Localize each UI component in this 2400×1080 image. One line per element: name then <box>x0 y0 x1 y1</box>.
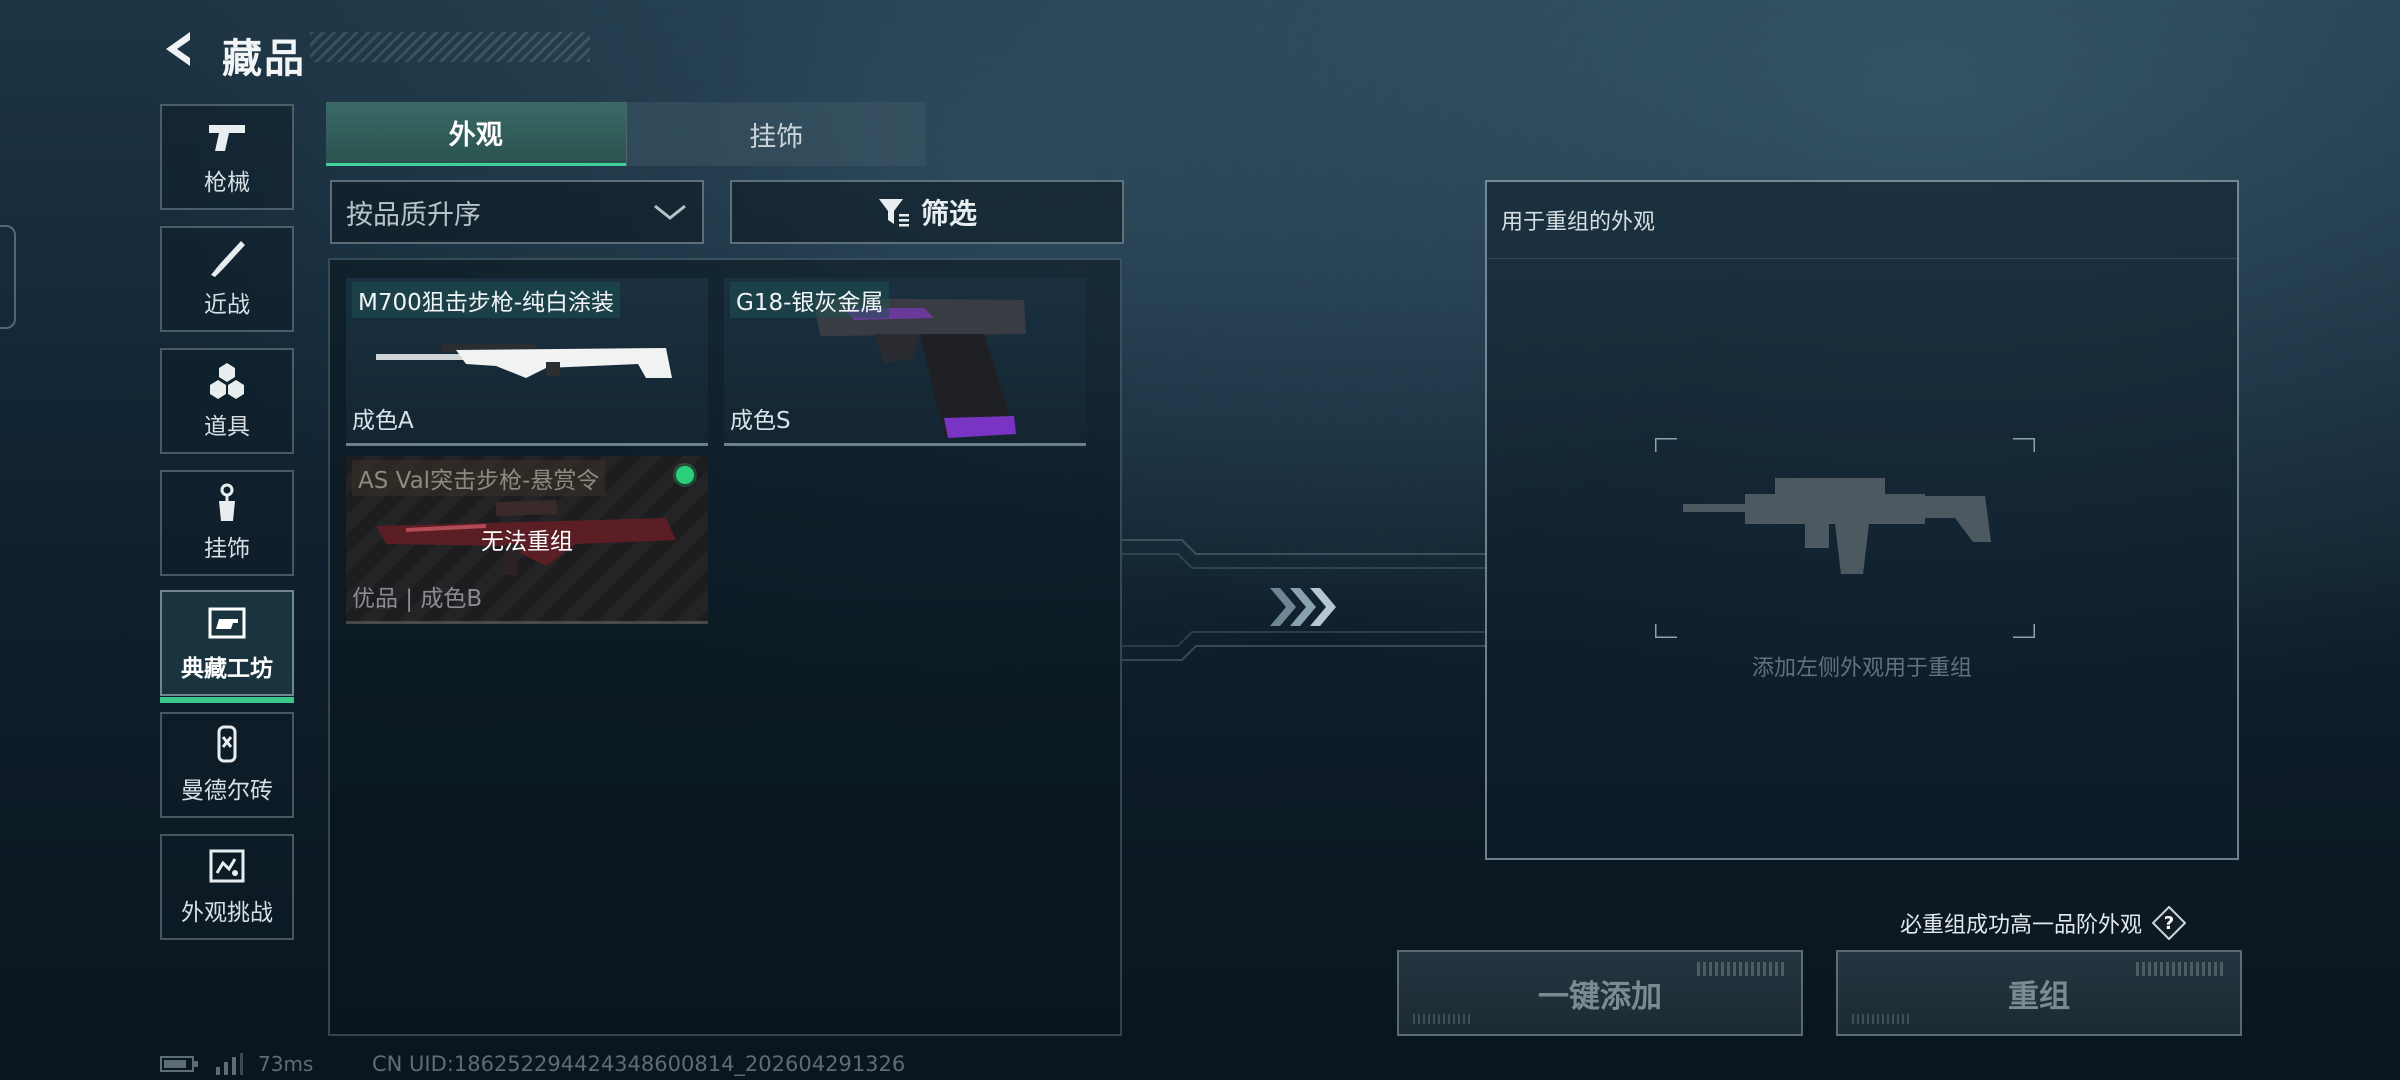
charm-icon <box>219 483 235 521</box>
sidebar-item-label: 近战 <box>204 292 250 318</box>
guarantee-text: 必重组成功高一品阶外观 <box>1900 913 2143 938</box>
guarantee-info: 必重组成功高一品阶外观 ? <box>1900 906 2187 940</box>
skin-name: M700狙击步枪-纯白涂装 <box>352 282 621 318</box>
add-all-label: 一键添加 <box>1538 978 1662 1015</box>
ping-value: 73ms <box>258 1052 314 1076</box>
active-indicator <box>160 697 294 703</box>
help-icon[interactable]: ? <box>2152 906 2187 940</box>
skin-name: AS Val突击步枪-悬赏令 <box>352 460 606 496</box>
recombine-unavailable-label: 无法重组 <box>481 529 573 555</box>
pistol-icon <box>209 125 245 151</box>
add-all-button[interactable]: 一键添加 <box>1397 950 1803 1036</box>
sort-dropdown[interactable]: 按品质升序 <box>330 180 704 244</box>
recombine-button[interactable]: 重组 <box>1836 950 2242 1036</box>
filter-label: 筛选 <box>920 197 977 230</box>
sidebar-item-melee[interactable]: 近战 <box>160 226 294 332</box>
skin-card-as-val[interactable]: AS Val突击步枪-悬赏令 无法重组 优品 | 成色B <box>346 456 708 624</box>
skin-list: M700狙击步枪-纯白涂装 成色A G18-银灰金属 成色S AS Val突击步… <box>328 258 1122 1036</box>
workshop-icon <box>208 607 246 639</box>
filter-button[interactable]: 筛选 <box>730 180 1124 244</box>
recombine-hint: 添加左侧外观用于重组 <box>1751 656 1972 681</box>
skin-card-g18[interactable]: G18-银灰金属 成色S <box>724 278 1086 446</box>
knife-icon <box>211 241 245 277</box>
status-bar: 73ms <box>160 1052 313 1076</box>
divider <box>1487 258 2237 259</box>
tab-charms[interactable]: 挂饰 <box>625 102 926 166</box>
sidebar-item-mandel-brick[interactable]: 曼德尔砖 <box>160 712 294 818</box>
title-decoration <box>310 32 590 62</box>
button-decoration <box>1697 962 1787 976</box>
sidebar-item-charms[interactable]: 挂饰 <box>160 470 294 576</box>
sidebar-item-workshop[interactable]: 典藏工坊 <box>160 590 294 703</box>
sort-label: 按品质升序 <box>346 199 481 231</box>
sidebar-item-skin-challenge[interactable]: 外观挑战 <box>160 834 294 940</box>
button-decoration <box>1852 1014 1912 1024</box>
page-title: 藏品 <box>222 36 306 82</box>
skin-name: G18-银灰金属 <box>730 282 890 318</box>
grenade-icon <box>210 363 244 399</box>
recombine-label: 重组 <box>2008 978 2070 1015</box>
sidebar-item-guns[interactable]: 枪械 <box>160 104 294 210</box>
filter-icon <box>878 199 909 227</box>
brick-icon <box>217 725 237 763</box>
equipped-indicator <box>676 466 694 484</box>
back-arrow-icon <box>166 32 190 66</box>
button-decoration <box>1413 1014 1473 1024</box>
sidebar-item-label: 道具 <box>204 414 250 440</box>
edge-handle <box>0 225 16 329</box>
empty-slot-rifle-icon <box>1655 438 2035 638</box>
skin-card-m700[interactable]: M700狙击步枪-纯白涂装 成色A <box>346 278 708 446</box>
back-button[interactable] <box>160 28 202 70</box>
signal-icon <box>216 1053 243 1075</box>
recombine-slot-panel[interactable]: 用于重组的外观 添加左侧外观用于重组 <box>1485 180 2239 860</box>
sidebar-item-label: 曼德尔砖 <box>181 778 273 804</box>
uid-label: CN UID:18625229442434860081​4_2026042913… <box>372 1052 906 1076</box>
help-label: ? <box>2164 913 2174 934</box>
sidebar-item-label: 枪械 <box>204 170 250 196</box>
skin-grade: 成色A <box>352 408 414 434</box>
transfer-arrows-icon <box>1270 588 1336 626</box>
skin-grade: 成色S <box>730 408 791 434</box>
battery-icon <box>160 1056 198 1072</box>
challenge-icon <box>209 849 245 883</box>
sidebar-item-items[interactable]: 道具 <box>160 348 294 454</box>
sidebar-item-label: 挂饰 <box>204 536 250 562</box>
tab-appearance[interactable]: 外观 <box>326 102 626 166</box>
chevron-down-icon <box>654 204 686 220</box>
sidebar-item-label: 外观挑战 <box>181 900 273 926</box>
button-decoration <box>2136 962 2226 976</box>
recombine-panel-title: 用于重组的外观 <box>1501 210 1656 235</box>
skin-grade: 优品 | 成色B <box>352 586 483 612</box>
category-tabs: 外观 挂饰 <box>326 102 926 166</box>
sidebar-item-label: 典藏工坊 <box>181 656 273 682</box>
